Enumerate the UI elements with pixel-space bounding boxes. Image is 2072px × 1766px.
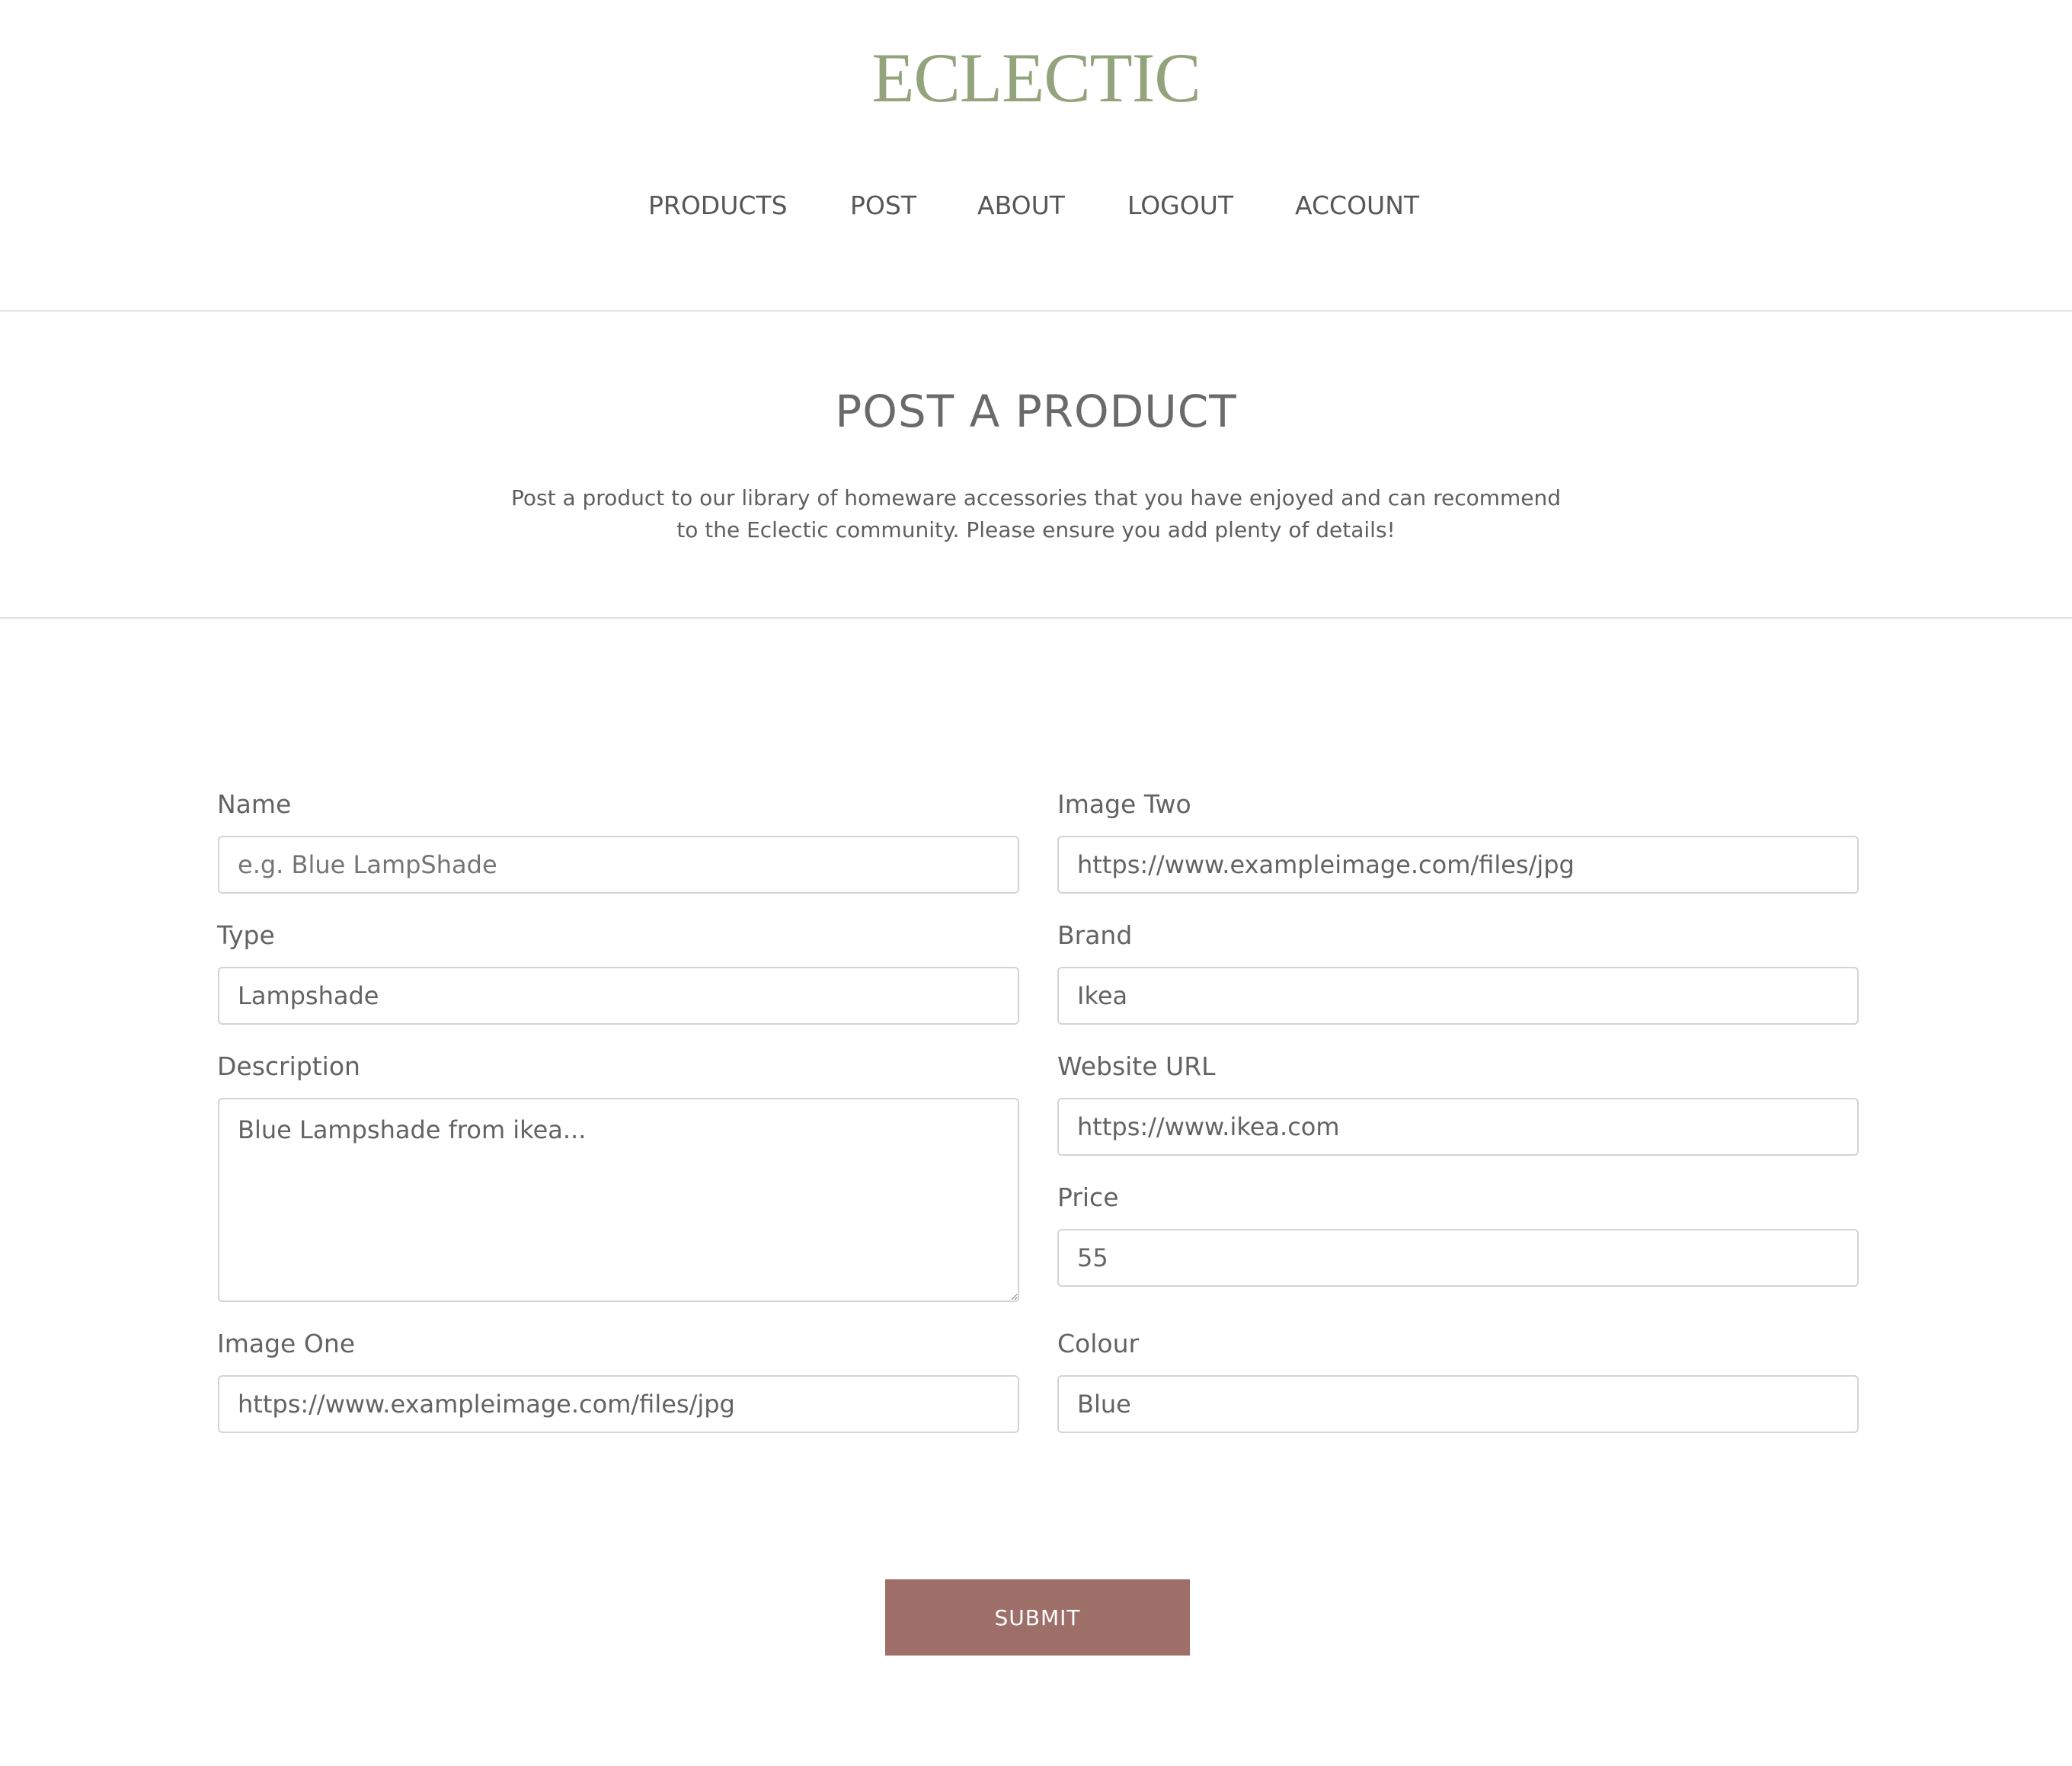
nav-item-about[interactable]: ABOUT: [977, 187, 1065, 225]
image-two-input[interactable]: [1057, 836, 1859, 894]
page-title: POST A PRODUCT: [835, 386, 1237, 437]
website-url-input[interactable]: [1057, 1098, 1859, 1156]
brand-input[interactable]: [1057, 967, 1859, 1025]
type-input[interactable]: [218, 967, 1019, 1025]
page-intro: Post a product to our library of homewar…: [488, 482, 1584, 546]
image-one-label: Image One: [217, 1329, 356, 1358]
nav-item-post[interactable]: POST: [850, 187, 916, 225]
colour-label: Colour: [1057, 1329, 1140, 1358]
nav-item-account[interactable]: ACCOUNT: [1295, 187, 1419, 225]
site-logo[interactable]: ECLECTIC: [0, 40, 2072, 116]
price-input[interactable]: [1057, 1229, 1859, 1287]
image-two-label: Image Two: [1057, 789, 1191, 819]
nav-item-logout[interactable]: LOGOUT: [1127, 187, 1233, 225]
image-one-input[interactable]: [218, 1375, 1019, 1433]
header-divider: [0, 310, 2072, 312]
price-label: Price: [1057, 1182, 1119, 1212]
main-nav: PRODUCTS POST ABOUT LOGOUT ACCOUNT: [0, 187, 2072, 225]
name-input[interactable]: [218, 836, 1019, 894]
website-url-label: Website URL: [1057, 1051, 1216, 1081]
nav-item-products[interactable]: PRODUCTS: [648, 187, 788, 225]
name-label: Name: [217, 789, 292, 819]
description-textarea[interactable]: Blue Lampshade from ikea...: [218, 1098, 1019, 1302]
submit-button[interactable]: SUBMIT: [885, 1579, 1190, 1656]
intro-divider: [0, 617, 2072, 619]
description-label: Description: [217, 1051, 360, 1081]
type-label: Type: [217, 920, 275, 950]
brand-label: Brand: [1057, 920, 1133, 950]
intro-line-2: to the Eclectic community. Please ensure…: [676, 517, 1396, 542]
intro-line-1: Post a product to our library of homewar…: [510, 485, 1562, 510]
colour-input[interactable]: [1057, 1375, 1859, 1433]
